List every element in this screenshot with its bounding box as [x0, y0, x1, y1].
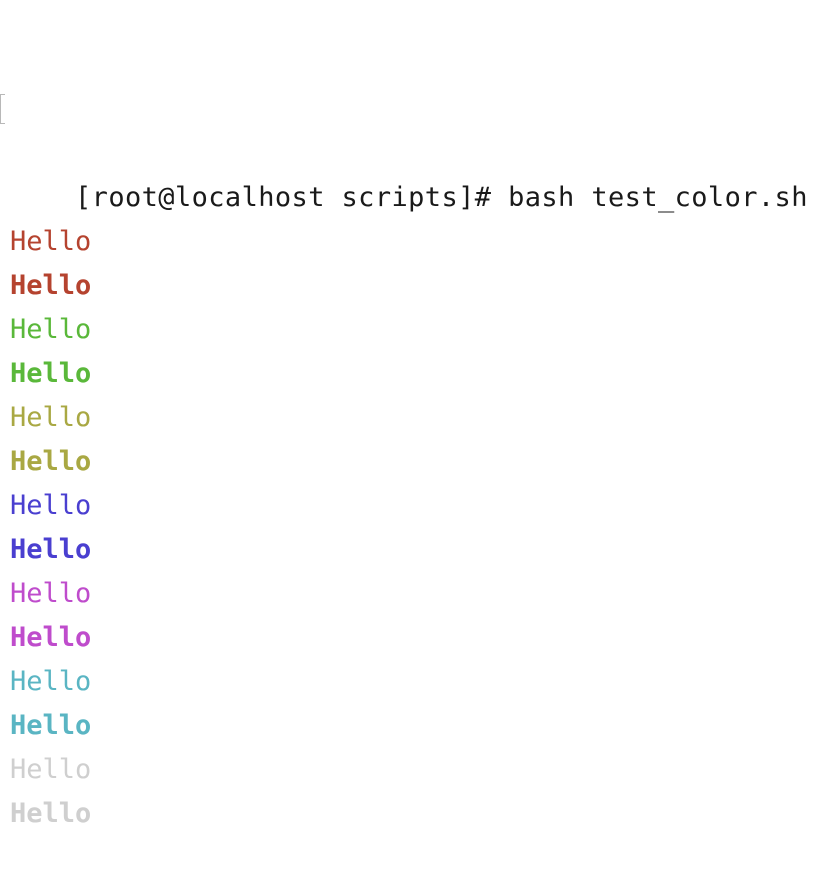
output-text-bold: Hello: [10, 622, 92, 653]
output-text: Hello: [10, 402, 92, 433]
output-text: Hello: [10, 314, 92, 345]
output-line: Hello: [0, 264, 816, 308]
output-line: Hello: [0, 748, 816, 792]
output-line: Hello: [0, 440, 816, 484]
output-text: Hello: [10, 578, 92, 609]
output-line: Hello: [0, 220, 816, 264]
output-line: Hello: [0, 308, 816, 352]
output-line: Hello: [0, 616, 816, 660]
output-line: Hello: [0, 352, 816, 396]
output-text-bold: Hello: [10, 534, 92, 565]
output-line: Hello: [0, 396, 816, 440]
output-line: Hello: [0, 792, 816, 836]
output-text-bold: Hello: [10, 446, 92, 477]
output-text-bold: Hello: [10, 798, 92, 829]
output-line: Hello: [0, 484, 816, 528]
output-line: Hello: [0, 572, 816, 616]
command-text: [root@localhost scripts]# bash test_colo…: [75, 182, 808, 213]
terminal-window[interactable]: [root@localhost scripts]# bash test_colo…: [0, 0, 816, 829]
cursor-bracket-icon: [0, 94, 5, 124]
output-text-bold: Hello: [10, 358, 92, 389]
output-line: Hello: [0, 528, 816, 572]
terminal-output: Hello Hello Hello Hello Hello Hello Hello Hello…: [0, 220, 816, 836]
command-line: [root@localhost scripts]# bash test_colo…: [0, 88, 816, 213]
output-line: Hello: [0, 660, 816, 704]
output-text-bold: Hello: [10, 270, 92, 301]
output-line: Hello: [0, 704, 816, 748]
output-text: Hello: [10, 754, 92, 785]
output-text: Hello: [10, 666, 92, 697]
output-text-bold: Hello: [10, 710, 92, 741]
output-text: Hello: [10, 490, 92, 521]
